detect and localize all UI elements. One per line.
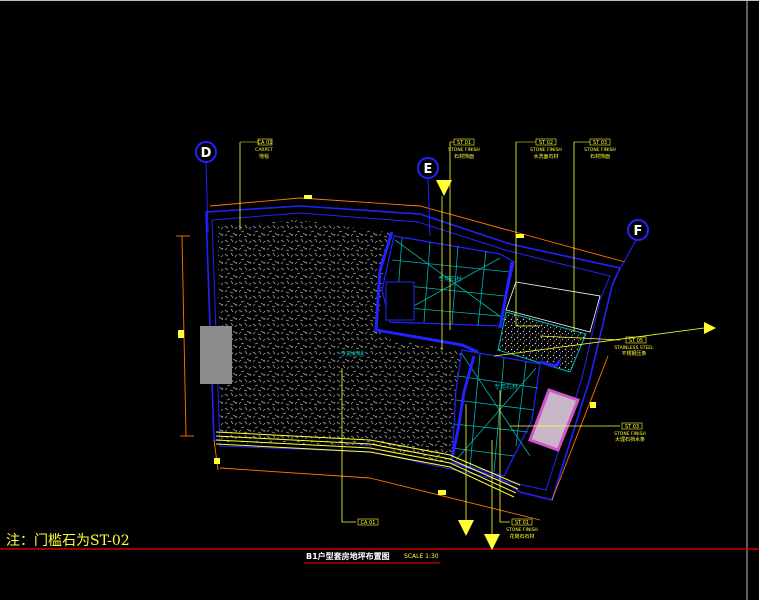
callout-bottom-left-code: CA 01 bbox=[361, 520, 376, 526]
axis-label-d: D bbox=[201, 146, 212, 161]
callout-steel-cn: 不锈钢压条 bbox=[621, 350, 646, 357]
floor-plan-drawing: D E F CA 01 CARPET 地毯 ST 01 STONE FINISH… bbox=[0, 0, 759, 600]
callout-stone-g1-cn: 水洗面石材 bbox=[533, 153, 558, 160]
axis-bubble-e: E bbox=[417, 157, 439, 179]
drawing-title: B1户型套房地坪布置图 bbox=[306, 552, 390, 561]
callout-bottom-left: CA 01 bbox=[357, 518, 379, 526]
callout-stone-g1-en: STONE FINISH bbox=[530, 147, 562, 153]
room-label-stone-upper: 专用石材 bbox=[438, 275, 462, 283]
room-label-carpet: 专用地毯 bbox=[340, 350, 364, 358]
callout-stone-e-code: ST 01 bbox=[457, 140, 471, 146]
callout-marble-cn: 大理石挡水条 bbox=[615, 436, 645, 443]
axis-bubble-f: F bbox=[627, 219, 649, 241]
callout-carpet-code: CA 01 bbox=[258, 140, 273, 146]
callout-marble-code: ST 03 bbox=[625, 424, 639, 430]
callout-stone-g2-cn: 石材饰面 bbox=[590, 153, 610, 160]
callout-bottom-right-en: STONE FINISH bbox=[506, 527, 538, 533]
axis-label-f: F bbox=[634, 224, 643, 239]
callout-bottom-right-cn: 花岗石石材 bbox=[509, 533, 534, 540]
stone-tile-lower bbox=[451, 349, 541, 477]
callout-stone-g2: ST 03 STONE FINISH 石材饰面 bbox=[574, 138, 616, 160]
axis-label-e: E bbox=[424, 162, 433, 177]
callout-bottom-right-code: ST 01 bbox=[515, 520, 529, 526]
callout-stone-g1-code: ST 02 bbox=[539, 140, 553, 146]
column-left bbox=[200, 326, 232, 384]
callout-carpet-en: CARPET bbox=[255, 147, 273, 153]
threshold-note: 注：门槛石为ST-02 bbox=[6, 533, 130, 549]
callout-stone-g2-en: STONE FINISH bbox=[584, 147, 616, 153]
callout-carpet-cn: 地毯 bbox=[259, 153, 269, 160]
callout-bottom-right: ST 01 STONE FINISH 花岗石石材 bbox=[506, 518, 538, 540]
room-label-stone-lower: 专用石材 bbox=[494, 383, 518, 391]
callout-stone-g2-code: ST 03 bbox=[593, 140, 607, 146]
drawing-scale: SCALE 1:30 bbox=[404, 553, 439, 560]
callout-stone-e-cn: 石材饰面 bbox=[454, 153, 474, 160]
callout-carpet: CA 01 CARPET 地毯 bbox=[240, 138, 273, 160]
callout-steel: ST 05 STAINLESS STEEL 不锈钢压条 bbox=[614, 336, 654, 357]
gravel-zone bbox=[497, 281, 601, 373]
callout-stone-g1: ST 02 STONE FINISH 水洗面石材 bbox=[516, 138, 562, 160]
axis-bubble-d: D bbox=[195, 141, 217, 163]
callout-stone-e-en: STONE FINISH bbox=[448, 147, 480, 153]
callout-stone-e: ST 01 STONE FINISH 石材饰面 bbox=[448, 138, 480, 160]
callout-steel-code: ST 05 bbox=[629, 338, 643, 344]
